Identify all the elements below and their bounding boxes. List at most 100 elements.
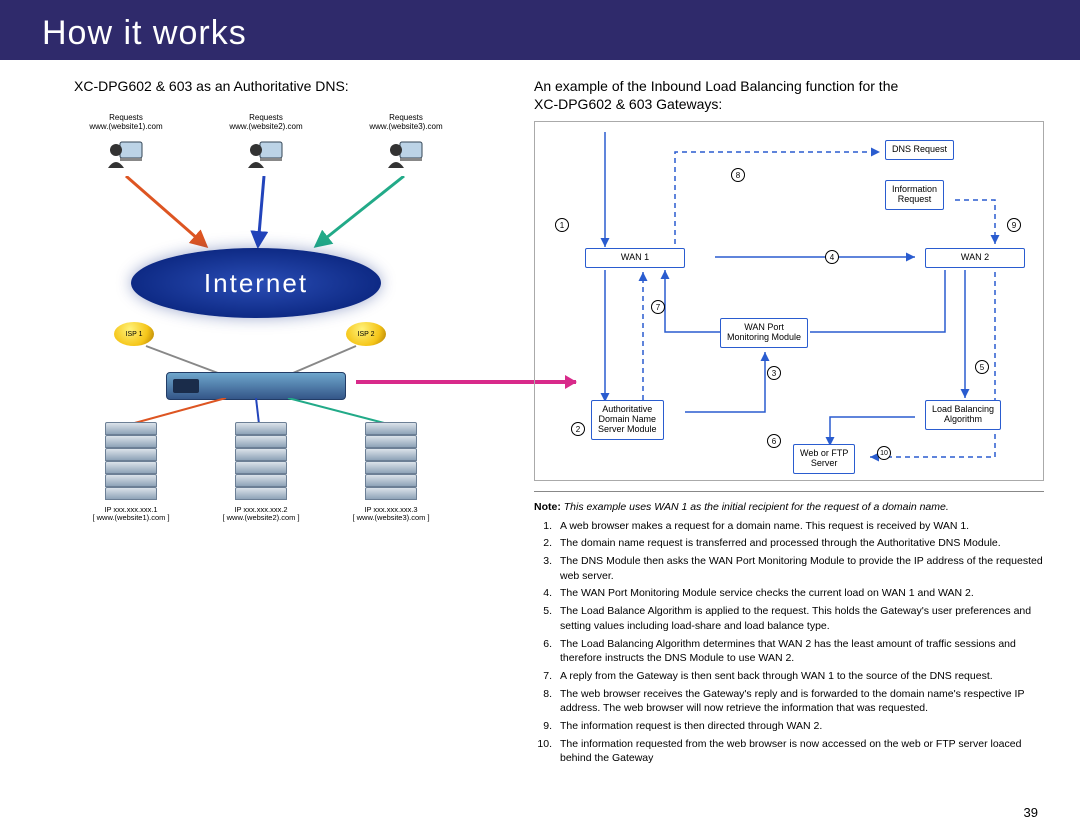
user-icon [56, 140, 196, 176]
step-circle-10: 10 [877, 446, 891, 460]
note-text: This example uses WAN 1 as the initial r… [564, 501, 949, 513]
step-circle-8: 8 [731, 168, 745, 182]
step-number: 4. [534, 586, 552, 601]
server-site: [ www.(website1).com ] [76, 514, 186, 522]
step-number: 1. [534, 519, 552, 534]
step-text: The Load Balance Algorithm is applied to… [560, 604, 1044, 633]
flow-diagram: DNS Request Information Request WAN 1 WA… [534, 121, 1044, 481]
step-item: 9. The information request is then direct… [534, 719, 1044, 734]
step-item: 1. A web browser makes a request for a do… [534, 519, 1044, 534]
step-item: 4. The WAN Port Monitoring Module service… [534, 586, 1044, 601]
request-group-2: Requests www.(website2).com [196, 114, 336, 176]
server-site: [ www.(website3).com ] [336, 514, 446, 522]
user-icon [336, 140, 476, 176]
box-label: WAN 1 [621, 252, 649, 262]
box-label-line: Server Module [598, 424, 657, 434]
left-section-title: XC-DPG602 & 603 as an Authoritative DNS: [26, 78, 516, 94]
request-url: www.(website2).com [196, 123, 336, 132]
notes-section: Note: This example uses WAN 1 as the ini… [534, 491, 1044, 766]
box-dns-request: DNS Request [885, 140, 954, 160]
box-label-line: Information [892, 184, 937, 194]
step-number: 2. [534, 536, 552, 551]
box-auth-dns-module: Authoritative Domain Name Server Module [591, 400, 664, 440]
step-circle-2: 2 [571, 422, 585, 436]
step-number: 5. [534, 604, 552, 633]
step-item: 7. A reply from the Gateway is then sent … [534, 669, 1044, 684]
dns-diagram: Requests www.(website1).com Requests www… [26, 114, 516, 594]
step-text: The Load Balancing Algorithm determines … [560, 637, 1044, 666]
step-number: 9. [534, 719, 552, 734]
box-wan-1: WAN 1 [585, 248, 685, 268]
step-circle-6: 6 [767, 434, 781, 448]
box-web-ftp-server: Web or FTP Server [793, 444, 855, 474]
steps-list: 1. A web browser makes a request for a do… [534, 519, 1044, 766]
server-icon [365, 422, 417, 502]
step-circle-9: 9 [1007, 218, 1021, 232]
step-item: 3. The DNS Module then asks the WAN Port … [534, 554, 1044, 583]
server-icon [105, 422, 157, 502]
step-circle-7: 7 [651, 300, 665, 314]
page-number: 39 [1024, 805, 1038, 820]
step-number: 7. [534, 669, 552, 684]
request-url: www.(website3).com [336, 123, 476, 132]
user-icon [196, 140, 336, 176]
step-circle-1: 1 [555, 218, 569, 232]
step-number: 10. [534, 737, 552, 766]
box-wan-port-monitoring: WAN Port Monitoring Module [720, 318, 808, 348]
step-item: 5. The Load Balance Algorithm is applied … [534, 604, 1044, 633]
right-title-line-2: XC-DPG602 & 603 Gateways: [534, 96, 722, 112]
flow-section: An example of the Inbound Load Balancing… [534, 78, 1044, 769]
step-text: The web browser receives the Gateway's r… [560, 687, 1044, 716]
step-circle-4: 4 [825, 250, 839, 264]
server-group-1: IP xxx.xxx.xxx.1 [ www.(website1).com ] [76, 422, 186, 523]
step-number: 6. [534, 637, 552, 666]
box-label-line: Domain Name [599, 414, 657, 424]
gateway-device [166, 372, 346, 400]
user-to-internet-arrows [26, 176, 486, 256]
isp-1-label: ISP 1 [126, 331, 143, 338]
step-text: The WAN Port Monitoring Module service c… [560, 586, 1044, 601]
step-item: 6. The Load Balancing Algorithm determine… [534, 637, 1044, 666]
server-group-3: IP xxx.xxx.xxx.3 [ www.(website3).com ] [336, 422, 446, 523]
box-label-line: Monitoring Module [727, 332, 801, 342]
step-text: The DNS Module then asks the WAN Port Mo… [560, 554, 1044, 583]
right-title-line-1: An example of the Inbound Load Balancing… [534, 78, 898, 94]
dns-diagram-section: XC-DPG602 & 603 as an Authoritative DNS:… [26, 78, 516, 769]
step-item: 2. The domain name request is transferred… [534, 536, 1044, 551]
server-icon [235, 422, 287, 502]
step-number: 8. [534, 687, 552, 716]
step-item: 10. The information requested from the we… [534, 737, 1044, 766]
step-text: The information request is then directed… [560, 719, 1044, 734]
right-section-title: An example of the Inbound Load Balancing… [534, 78, 1044, 113]
request-url: www.(website1).com [56, 123, 196, 132]
step-text: A web browser makes a request for a doma… [560, 519, 1044, 534]
server-site: [ www.(website2).com ] [206, 514, 316, 522]
box-label-line: Authoritative [602, 404, 652, 414]
internet-cloud: Internet [131, 248, 381, 318]
note-label: Note: [534, 501, 561, 513]
step-circle-5: 5 [975, 360, 989, 374]
internet-label: Internet [204, 268, 308, 299]
page-header: How it works [0, 0, 1080, 60]
page-title: How it works [42, 14, 247, 53]
box-label-line: WAN Port [744, 322, 784, 332]
isp-2-label: ISP 2 [358, 331, 375, 338]
box-load-balancing-algorithm: Load Balancing Algorithm [925, 400, 1001, 430]
note-line: Note: This example uses WAN 1 as the ini… [534, 500, 1044, 515]
step-text: The information requested from the web b… [560, 737, 1044, 766]
box-information-request: Information Request [885, 180, 944, 210]
box-label-line: Server [811, 458, 838, 468]
box-label: WAN 2 [961, 252, 989, 262]
step-text: A reply from the Gateway is then sent ba… [560, 669, 1044, 684]
step-circle-3: 3 [767, 366, 781, 380]
box-label: DNS Request [892, 144, 947, 154]
step-text: The domain name request is transferred a… [560, 536, 1044, 551]
request-group-3: Requests www.(website3).com [336, 114, 476, 176]
request-group-1: Requests www.(website1).com [56, 114, 196, 176]
box-label-line: Web or FTP [800, 448, 848, 458]
box-label-line: Load Balancing [932, 404, 994, 414]
step-number: 3. [534, 554, 552, 583]
server-group-2: IP xxx.xxx.xxx.2 [ www.(website2).com ] [206, 422, 316, 523]
box-label-line: Request [898, 194, 932, 204]
step-item: 8. The web browser receives the Gateway's… [534, 687, 1044, 716]
